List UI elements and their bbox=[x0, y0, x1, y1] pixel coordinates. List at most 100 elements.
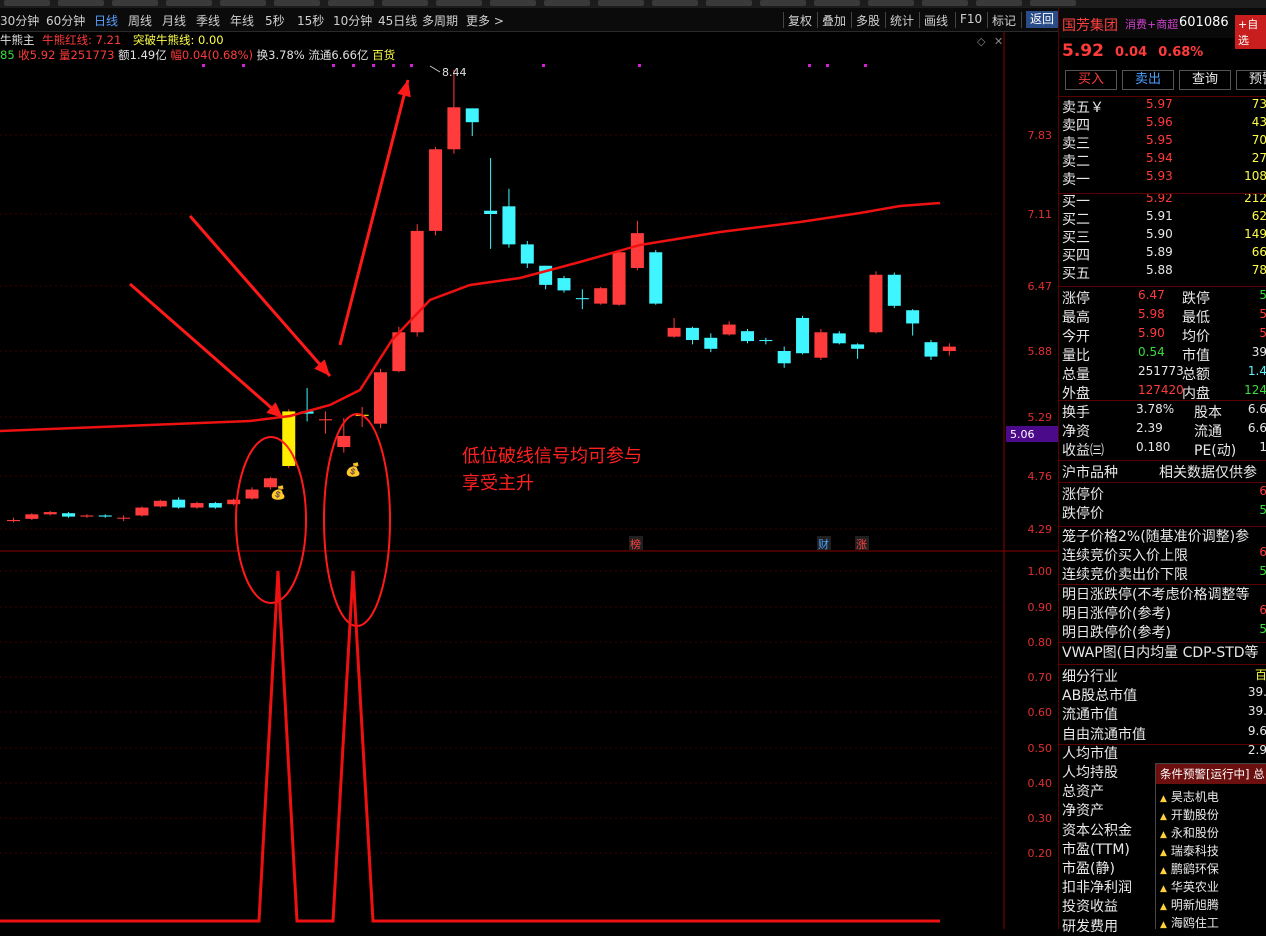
candle-body[interactable] bbox=[851, 344, 865, 349]
alert-item[interactable]: ▲ 明新旭腾 bbox=[1160, 896, 1219, 913]
fund-row[interactable]: 细分行业 百 bbox=[1062, 666, 1266, 685]
candle-body[interactable] bbox=[594, 288, 608, 304]
fund-row[interactable]: 流通市值 39. bbox=[1062, 704, 1266, 723]
fund-row[interactable]: 自由流通市值 9.6 bbox=[1062, 724, 1266, 743]
orderbook-label: 买四 bbox=[1062, 248, 1090, 264]
orderbook-row[interactable]: 卖五￥ 5.97 73 bbox=[1062, 97, 1266, 116]
orderbook-row[interactable]: 买二 5.91 62 bbox=[1062, 209, 1266, 228]
event-tag[interactable]: 财 bbox=[818, 537, 829, 551]
trade-button-2[interactable]: 查询 bbox=[1179, 70, 1231, 90]
candle-body[interactable] bbox=[869, 274, 883, 333]
candle-body[interactable] bbox=[685, 327, 699, 340]
alert-item[interactable]: ▲ 昊志机电 bbox=[1160, 788, 1219, 805]
candle-body[interactable] bbox=[374, 372, 387, 424]
market-row[interactable]: 连续竞价买入价上限 6 bbox=[1062, 545, 1266, 564]
fund-label: 投资收益 bbox=[1062, 899, 1118, 916]
candle-body[interactable] bbox=[80, 515, 94, 517]
candle-body[interactable] bbox=[722, 324, 736, 335]
candle-body[interactable] bbox=[337, 435, 351, 448]
fund-row[interactable]: 人均市值 2.9 bbox=[1062, 743, 1266, 762]
trade-button-3[interactable]: 预警 bbox=[1236, 70, 1266, 90]
candle-body[interactable] bbox=[447, 107, 461, 150]
market-row[interactable]: 明日涨跌停(不考虑价格调整等 bbox=[1062, 584, 1266, 603]
stat-row: 今开 5.90 均价 5 bbox=[1062, 326, 1266, 345]
orderbook-row[interactable]: 卖三 5.95 70 bbox=[1062, 133, 1266, 152]
close-icon[interactable]: ✕ bbox=[994, 35, 1003, 48]
orderbook-row[interactable]: 卖一 5.93 108 bbox=[1062, 169, 1266, 188]
trade-button-1[interactable]: 卖出 bbox=[1122, 70, 1174, 90]
candle-body[interactable] bbox=[649, 252, 663, 304]
market-value: 6 bbox=[1259, 484, 1266, 498]
candle-body[interactable] bbox=[759, 339, 773, 342]
market-label: 连续竞价买入价上限 bbox=[1062, 548, 1188, 564]
market-row[interactable]: 笼子价格2%(随基准价调整)参 bbox=[1062, 526, 1266, 545]
candle-body[interactable] bbox=[172, 499, 186, 508]
candle-body[interactable] bbox=[153, 500, 167, 507]
alert-item[interactable]: ▲ 华英农业 bbox=[1160, 878, 1219, 895]
candle-body[interactable] bbox=[924, 342, 938, 357]
market-row[interactable]: VWAP图(日内均量 CDP-STD等 bbox=[1062, 642, 1266, 661]
event-tag[interactable]: 涨 bbox=[856, 538, 867, 551]
market-row[interactable]: 跌停价 5 bbox=[1062, 503, 1266, 522]
candle-body[interactable] bbox=[704, 337, 718, 349]
candle-body[interactable] bbox=[630, 233, 644, 268]
candle-body[interactable] bbox=[520, 244, 534, 264]
event-tag[interactable]: 榜 bbox=[630, 537, 641, 551]
candle-body[interactable] bbox=[777, 351, 791, 364]
add-watchlist-button[interactable]: +自选 bbox=[1235, 15, 1266, 49]
market-row[interactable]: 涨停价 6 bbox=[1062, 484, 1266, 503]
orderbook-row[interactable]: 买五 5.88 78 bbox=[1062, 263, 1266, 282]
candle-body[interactable] bbox=[557, 278, 571, 291]
candle-body[interactable] bbox=[741, 331, 754, 342]
candle-body[interactable] bbox=[814, 332, 828, 358]
candle-body[interactable] bbox=[245, 489, 259, 499]
alert-item[interactable]: ▲ 海鸥住工 bbox=[1160, 914, 1219, 931]
orderbook-row[interactable]: 卖二 5.94 27 bbox=[1062, 151, 1266, 170]
candle-body[interactable] bbox=[7, 519, 20, 522]
indicator-tick: 0.40 bbox=[1028, 777, 1053, 790]
orderbook-row[interactable]: 买四 5.89 66 bbox=[1062, 245, 1266, 264]
fund-row[interactable]: AB股总市值 39. bbox=[1062, 685, 1266, 704]
alert-stock-name: 明新旭腾 bbox=[1170, 898, 1219, 912]
alert-item[interactable]: ▲ 永和股份 bbox=[1160, 824, 1219, 841]
candle-body[interactable] bbox=[227, 499, 241, 505]
diamond-icon[interactable]: ◇ bbox=[977, 35, 986, 48]
candle-body[interactable] bbox=[429, 149, 443, 231]
candle-body[interactable] bbox=[887, 274, 901, 306]
candle-body[interactable] bbox=[465, 108, 479, 123]
candle-body[interactable] bbox=[208, 503, 222, 508]
candle-body[interactable] bbox=[942, 346, 956, 351]
candle-body[interactable] bbox=[25, 514, 39, 519]
candle-body[interactable] bbox=[62, 513, 76, 517]
candle-body[interactable] bbox=[539, 265, 553, 285]
market-value: 5 bbox=[1259, 622, 1266, 636]
alert-item[interactable]: ▲ 开勤股份 bbox=[1160, 806, 1219, 823]
candle-body[interactable] bbox=[117, 517, 131, 519]
candle-body[interactable] bbox=[612, 252, 626, 305]
alert-item[interactable]: ▲ 鹏鹞环保 bbox=[1160, 860, 1219, 877]
orderbook-row[interactable]: 买三 5.90 149 bbox=[1062, 227, 1266, 246]
candle-body[interactable] bbox=[906, 310, 920, 324]
candle-body[interactable] bbox=[43, 512, 57, 515]
chart-annotation: 低位破线信号均可参与 享受主升 bbox=[462, 443, 642, 497]
candle-body[interactable] bbox=[318, 419, 332, 421]
candle-body[interactable] bbox=[796, 317, 810, 354]
alert-title[interactable]: 条件预警[运行中] 总 bbox=[1156, 764, 1266, 784]
candle-body[interactable] bbox=[190, 503, 204, 508]
candle-body[interactable] bbox=[667, 327, 681, 337]
market-row[interactable]: 明日涨停价(参考) 6 bbox=[1062, 603, 1266, 622]
candle-body[interactable] bbox=[502, 206, 516, 245]
market-row[interactable]: 连续竞价卖出价下限 5 bbox=[1062, 564, 1266, 583]
stat-value: 1.4 bbox=[1247, 364, 1266, 378]
alert-item[interactable]: ▲ 瑞泰科技 bbox=[1160, 842, 1219, 859]
candle-body[interactable] bbox=[575, 298, 589, 300]
orderbook-row[interactable]: 卖四 5.96 43 bbox=[1062, 115, 1266, 134]
candle-body[interactable] bbox=[484, 210, 498, 214]
stat-value: 127420 bbox=[1138, 383, 1184, 397]
candle-body[interactable] bbox=[98, 515, 112, 517]
market-row[interactable]: 明日跌停价(参考) 5 bbox=[1062, 622, 1266, 641]
market-header-left[interactable]: 沪市品种 bbox=[1062, 462, 1118, 482]
candle-body[interactable] bbox=[135, 507, 149, 516]
candle-body[interactable] bbox=[832, 333, 846, 344]
trade-button-0[interactable]: 买入 bbox=[1065, 70, 1117, 90]
